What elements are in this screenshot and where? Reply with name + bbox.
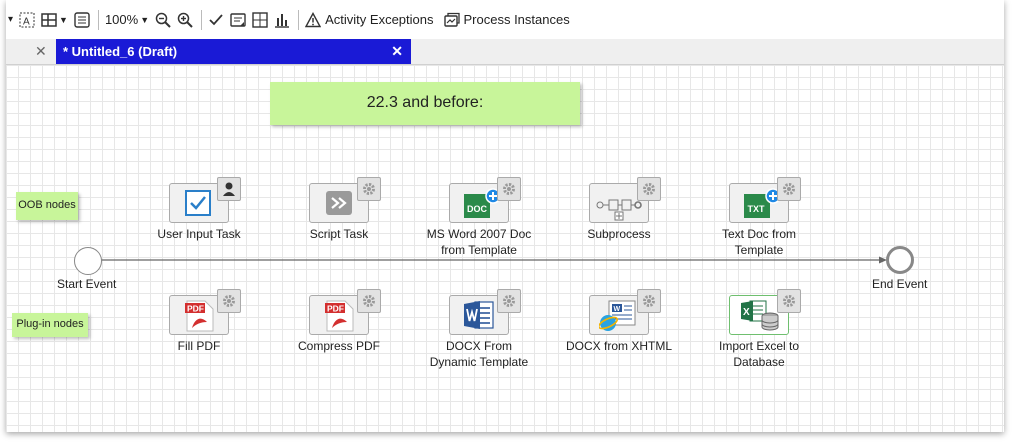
grid-toggle-icon[interactable] xyxy=(252,9,268,31)
gear-icon[interactable] xyxy=(497,177,521,201)
word-web-icon: W xyxy=(599,300,636,331)
node-label: Fill PDF xyxy=(177,339,221,353)
process-instances-button[interactable]: Process Instances xyxy=(443,9,570,31)
close-icon[interactable]: ✕ xyxy=(391,43,403,60)
activity-exceptions-label: Activity Exceptions xyxy=(325,12,434,27)
gear-icon[interactable] xyxy=(357,177,381,201)
bar-chart-icon[interactable] xyxy=(274,9,290,31)
user-role-icon[interactable] xyxy=(217,177,241,201)
process-instances-label: Process Instances xyxy=(463,12,570,27)
toolbar-divider xyxy=(201,9,203,30)
layout-icon[interactable]: ▼ xyxy=(41,9,68,31)
pdf-icon: PDF xyxy=(325,300,354,332)
excel-database-icon: X xyxy=(741,300,779,331)
toolbar: ▾ A ▼ 100% ▼ Activity Exceptions Process… xyxy=(6,0,1004,39)
node-label-line2: from Template xyxy=(441,243,517,257)
process-designer-window: ▾ A ▼ 100% ▼ Activity Exceptions Process… xyxy=(6,0,1004,432)
properties-list-icon[interactable] xyxy=(74,9,90,31)
node-label: Script Task xyxy=(309,227,369,241)
toolbar-divider xyxy=(97,9,99,30)
node-label-line2: Template xyxy=(734,243,784,257)
start-event-label: Start Event xyxy=(57,277,117,291)
tab-previous[interactable]: ✕ xyxy=(6,39,54,64)
gear-icon[interactable] xyxy=(777,289,801,313)
end-event[interactable] xyxy=(886,246,914,274)
gear-icon[interactable] xyxy=(637,177,661,201)
notes-icon[interactable] xyxy=(230,9,246,31)
node-label: User Input Task xyxy=(157,227,241,241)
svg-text:X: X xyxy=(743,307,750,318)
node-label: Compress PDF xyxy=(297,339,380,353)
validate-check-icon[interactable] xyxy=(208,9,224,31)
node-label: DOCX from XHTML xyxy=(565,339,672,353)
node-label-line2: Database xyxy=(733,355,785,369)
gear-icon[interactable] xyxy=(357,289,381,313)
word-icon xyxy=(464,301,494,329)
txt-icon-text: TXT xyxy=(748,204,766,214)
gear-icon[interactable] xyxy=(777,177,801,201)
user-input-checkbox-icon xyxy=(185,190,211,216)
node-label: Import Excel to xyxy=(718,339,800,353)
pdf-icon-text: PDF xyxy=(187,304,204,314)
node-label: MS Word 2007 Doc xyxy=(426,227,532,241)
zoom-select[interactable]: 100% ▼ xyxy=(105,9,149,31)
subprocess-icon xyxy=(596,199,642,221)
tab-title: * Untitled_6 (Draft) xyxy=(63,44,178,59)
tool-dropdown-caret[interactable]: ▾ xyxy=(6,9,13,31)
node-label: Subprocess xyxy=(587,227,651,241)
design-canvas[interactable]: 22.3 and before: OOB nodes Plug-in nodes… xyxy=(6,65,1004,432)
tab-bar: ✕ * Untitled_6 (Draft) ✕ xyxy=(6,39,1004,65)
process-instances-icon xyxy=(443,12,460,27)
svg-text:A: A xyxy=(23,16,30,27)
zoom-in-icon[interactable] xyxy=(177,9,193,31)
doc-icon-text: DOC xyxy=(467,204,488,214)
pdf-icon-text: PDF xyxy=(327,304,344,314)
script-task-icon xyxy=(326,191,352,215)
zoom-level: 100% xyxy=(104,12,139,27)
close-icon[interactable]: ✕ xyxy=(35,43,47,60)
gear-icon[interactable] xyxy=(637,289,661,313)
warning-icon xyxy=(305,11,322,27)
toolbar-divider xyxy=(298,9,300,30)
tab-untitled-6[interactable]: * Untitled_6 (Draft) ✕ xyxy=(56,39,411,64)
svg-text:W: W xyxy=(614,306,621,313)
end-event-label: End Event xyxy=(872,277,928,291)
pdf-icon: PDF xyxy=(185,300,214,332)
node-label-line2: Dynamic Template xyxy=(429,355,529,369)
select-text-icon[interactable]: A xyxy=(19,9,35,31)
node-label: DOCX From xyxy=(446,339,512,353)
gear-icon[interactable] xyxy=(217,289,241,313)
start-event[interactable] xyxy=(74,247,102,275)
zoom-out-icon[interactable] xyxy=(155,9,171,31)
node-label: Text Doc from xyxy=(721,227,796,241)
activity-exceptions-button[interactable]: Activity Exceptions xyxy=(305,9,434,31)
gear-icon[interactable] xyxy=(497,289,521,313)
